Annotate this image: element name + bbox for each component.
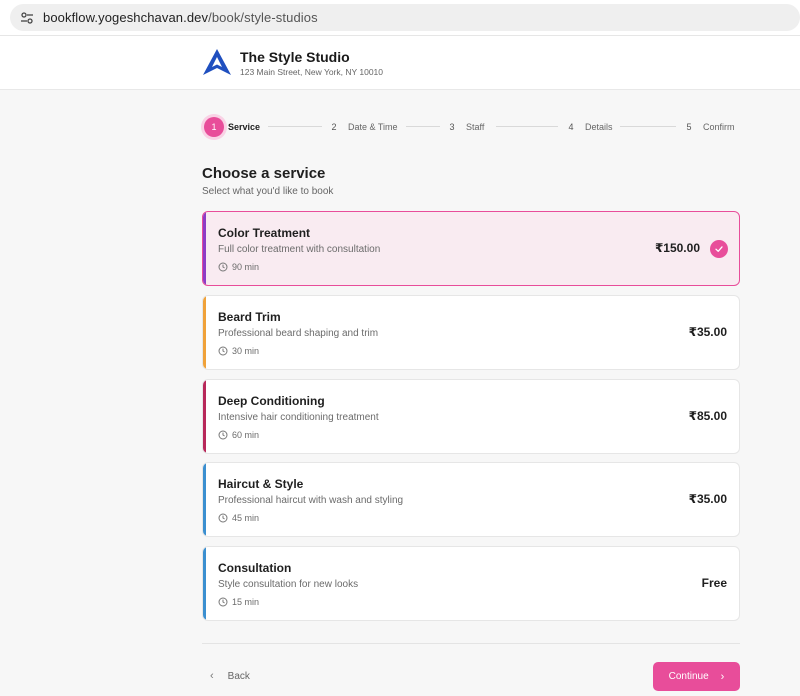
service-accent-bar: [203, 212, 206, 285]
service-description: Style consultation for new looks: [218, 579, 359, 590]
service-duration-text: 15 min: [232, 597, 260, 607]
clock-icon: [218, 430, 228, 440]
page-title: Choose a service: [202, 165, 326, 182]
step-connector: [496, 126, 558, 127]
service-accent-bar: [203, 380, 206, 453]
service-duration: 90 min: [218, 262, 259, 272]
step-number: 1: [204, 117, 224, 137]
step-service[interactable]: 1 Service: [204, 114, 260, 140]
service-accent-bar: [203, 547, 206, 620]
service-duration-text: 60 min: [232, 430, 260, 440]
step-details[interactable]: 4 Details: [561, 114, 613, 140]
browser-url-bar: bookflow.yogeshchavan.dev/book/style-stu…: [0, 0, 800, 36]
service-name: Consultation: [218, 561, 292, 575]
business-name: The Style Studio: [240, 49, 350, 65]
step-number: 2: [331, 122, 337, 132]
chevron-left-icon: ‹: [210, 670, 214, 682]
service-price: ₹150.00: [654, 241, 700, 255]
continue-button[interactable]: Continue ›: [653, 662, 740, 691]
step-number: 5: [686, 122, 692, 132]
step-label: Date & Time: [348, 122, 398, 132]
step-label: Service: [228, 122, 261, 132]
step-staff[interactable]: 3 Staff: [442, 114, 484, 140]
check-icon: [710, 240, 728, 258]
service-duration: 15 min: [218, 597, 259, 607]
service-name: Deep Conditioning: [218, 394, 325, 408]
service-price: Free: [701, 576, 727, 590]
service-duration-text: 90 min: [232, 262, 260, 272]
business-header: The Style Studio 123 Main Street, New Yo…: [0, 36, 800, 90]
page-subtitle: Select what you'd like to book: [202, 186, 334, 197]
service-duration: 60 min: [218, 430, 259, 440]
service-duration: 30 min: [218, 346, 259, 356]
service-duration: 45 min: [218, 513, 259, 523]
service-card-color-treatment[interactable]: Color Treatment Full color treatment wit…: [202, 211, 740, 286]
service-duration-text: 30 min: [232, 346, 260, 356]
service-description: Professional haircut with wash and styli…: [218, 495, 404, 506]
service-name: Haircut & Style: [218, 477, 304, 491]
service-price: ₹35.00: [688, 325, 727, 339]
step-label: Staff: [466, 122, 485, 132]
clock-icon: [218, 597, 228, 607]
service-description: Professional beard shaping and trim: [218, 328, 379, 339]
service-description: Full color treatment with consultation: [218, 244, 381, 255]
service-card-beard-trim[interactable]: Beard Trim Professional beard shaping an…: [202, 295, 740, 370]
service-card-deep-conditioning[interactable]: Deep Conditioning Intensive hair conditi…: [202, 379, 740, 454]
step-connector: [268, 126, 322, 127]
service-price: ₹35.00: [688, 492, 727, 506]
step-number: 3: [449, 122, 455, 132]
clock-icon: [218, 262, 228, 272]
step-connector: [620, 126, 676, 127]
url-path: /book/style-studios: [208, 10, 318, 25]
service-card-haircut-style[interactable]: Haircut & Style Professional haircut wit…: [202, 462, 740, 537]
service-name: Color Treatment: [218, 226, 311, 240]
back-button[interactable]: ‹ Back: [210, 664, 250, 688]
service-description: Intensive hair conditioning treatment: [218, 412, 379, 423]
step-date-time[interactable]: 2 Date & Time: [324, 114, 398, 140]
service-duration-text: 45 min: [232, 513, 260, 523]
footer-divider: [202, 643, 740, 644]
url-text[interactable]: bookflow.yogeshchavan.dev/book/style-stu…: [43, 10, 318, 25]
address-field[interactable]: bookflow.yogeshchavan.dev/book/style-stu…: [10, 4, 800, 31]
continue-button-label: Continue: [668, 671, 709, 682]
back-button-label: Back: [227, 670, 250, 682]
clock-icon: [218, 346, 228, 356]
business-logo-icon: [203, 49, 231, 75]
business-address: 123 Main Street, New York, NY 10010: [240, 67, 384, 77]
clock-icon: [218, 513, 228, 523]
step-connector: [406, 126, 440, 127]
step-label: Confirm: [703, 122, 735, 132]
service-name: Beard Trim: [218, 310, 281, 324]
chevron-right-icon: ›: [720, 670, 725, 683]
step-confirm[interactable]: 5 Confirm: [679, 114, 735, 140]
service-card-consultation[interactable]: Consultation Style consultation for new …: [202, 546, 740, 621]
site-settings-icon[interactable]: [20, 11, 34, 25]
service-accent-bar: [203, 463, 206, 536]
service-price: ₹85.00: [688, 409, 727, 423]
step-label: Details: [585, 122, 613, 132]
step-number: 4: [568, 122, 574, 132]
service-accent-bar: [203, 296, 206, 369]
booking-stepper: 1 Service 2 Date & Time 3 Staff 4 Detail…: [202, 114, 740, 140]
url-host: bookflow.yogeshchavan.dev: [43, 10, 209, 25]
